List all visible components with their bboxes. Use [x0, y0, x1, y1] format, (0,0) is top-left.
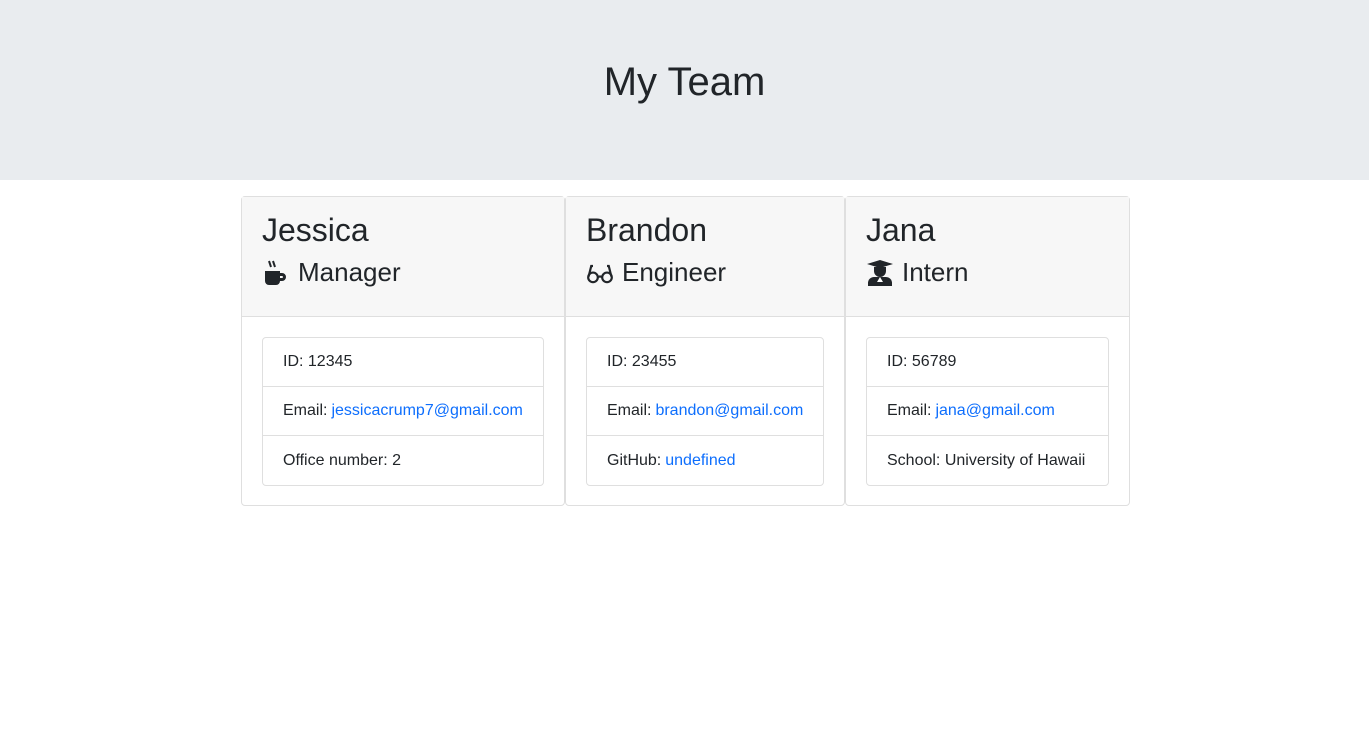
glasses-icon: [587, 264, 613, 283]
id-item: ID: 23455: [587, 338, 823, 387]
team-cards: Jessica Manager ID: 12345 Email: jessicac…: [241, 196, 1130, 506]
github-label: GitHub:: [607, 451, 662, 469]
email-item: Email: jessicacrump7@gmail.com: [263, 387, 543, 436]
email-link[interactable]: jana@gmail.com: [935, 402, 1054, 420]
github-item: GitHub: undefined: [587, 436, 823, 485]
employee-name: Brandon: [586, 212, 707, 248]
email-link[interactable]: brandon@gmail.com: [655, 402, 803, 420]
id-item: ID: 56789: [867, 338, 1108, 387]
mug-hot-icon: [265, 260, 286, 285]
jumbotron: My Team: [0, 0, 1369, 180]
email-item: Email: jana@gmail.com: [867, 387, 1108, 436]
github-link[interactable]: undefined: [665, 452, 735, 470]
employee-card: Jana Intern ID: 56789 Email: jana@gmail.c…: [845, 196, 1130, 506]
employee-card: Brandon Engineer ID: 23455 Email: brandon…: [565, 196, 845, 506]
email-link[interactable]: jessicacrump7@gmail.com: [331, 402, 522, 420]
email-item: Email: brandon@gmail.com: [587, 387, 823, 436]
page-title: My Team: [603, 59, 766, 104]
employee-role: Engineer: [622, 257, 727, 287]
employee-name: Jana: [866, 212, 936, 248]
office-item: Office number: 2: [283, 451, 401, 469]
user-graduate-icon: [867, 259, 893, 286]
id-item: ID: 12345: [263, 338, 543, 387]
employee-card: Jessica Manager ID: 12345 Email: jessicac…: [241, 196, 565, 506]
email-label: Email:: [607, 402, 652, 419]
employee-name: Jessica: [262, 212, 369, 248]
school-item: School: University of Hawaii: [887, 451, 1086, 469]
email-label: Email:: [887, 402, 932, 419]
employee-role: Intern: [902, 257, 969, 287]
email-label: Email:: [283, 402, 328, 419]
employee-role: Manager: [298, 257, 401, 287]
